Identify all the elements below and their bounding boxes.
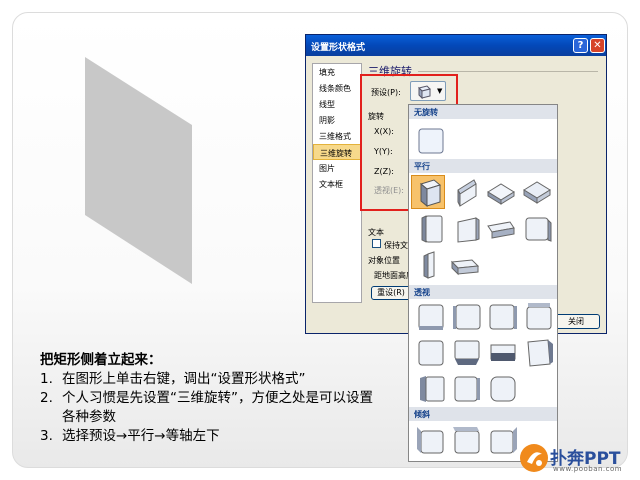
slide: 设置形状格式 ? ✕ 填充 线条颜色 线型 阴影 三维格式 三维旋转 图片 文本… bbox=[0, 0, 640, 480]
perspective-soft-icon bbox=[490, 376, 516, 402]
note-number: 1. bbox=[40, 371, 53, 387]
preset-tile-off-axis-1[interactable] bbox=[413, 211, 447, 245]
perspective-heroic-icon bbox=[454, 340, 480, 365]
pooban-logo-icon bbox=[520, 444, 548, 472]
text-label: 文本 bbox=[368, 228, 384, 237]
preset-tile-perspective-7[interactable] bbox=[485, 335, 519, 369]
note-number: 3. bbox=[40, 428, 53, 444]
note-item: 1. 在图形上单击右键，调出“设置形状格式” bbox=[40, 370, 380, 389]
preset-tile-perspective-11[interactable] bbox=[485, 371, 519, 405]
nav-item-3d-format[interactable]: 三维格式 bbox=[313, 128, 361, 144]
cube-isometric-right-icon bbox=[457, 179, 477, 207]
preset-tile-perspective-1[interactable] bbox=[413, 299, 447, 333]
preset-tile-isometric-bottom-down[interactable] bbox=[519, 175, 553, 209]
help-button[interactable]: ? bbox=[573, 38, 588, 53]
preset-tile-oblique-top-right[interactable] bbox=[485, 423, 519, 457]
oblique-top-right-icon bbox=[490, 427, 517, 454]
preset-tile-isometric-top-up[interactable] bbox=[483, 175, 517, 209]
preset-tile-oblique-1[interactable] bbox=[413, 247, 447, 281]
nav-item-line-style[interactable]: 线型 bbox=[313, 96, 361, 112]
nav-item-picture[interactable]: 图片 bbox=[313, 160, 361, 176]
keep-text-flat-checkbox[interactable] bbox=[372, 239, 381, 248]
preset-tile-oblique-2[interactable] bbox=[447, 247, 481, 281]
cube-isometric-bottom-icon bbox=[523, 181, 551, 204]
flat-square-icon bbox=[418, 128, 444, 154]
cube-tall-icon bbox=[423, 251, 435, 279]
preset-gallery: 无旋转 平行 透视 倾斜 bbox=[408, 104, 558, 462]
preset-tile-oblique-top[interactable] bbox=[449, 423, 483, 457]
gallery-header-perspective: 透视 bbox=[409, 285, 557, 299]
cube-off-axis-left-icon bbox=[421, 215, 443, 243]
section-divider bbox=[418, 71, 598, 72]
nav-item-text-box[interactable]: 文本框 bbox=[313, 176, 361, 192]
preset-tile-perspective-9[interactable] bbox=[413, 371, 447, 405]
nav-item-fill[interactable]: 填充 bbox=[313, 64, 361, 80]
gallery-header-no-rotation: 无旋转 bbox=[409, 105, 557, 119]
object-position-label: 对象位置 bbox=[368, 256, 400, 265]
perspective-above-icon bbox=[526, 303, 552, 330]
cube-off-axis-right-icon bbox=[457, 217, 480, 243]
preset-tile-isometric-left-down[interactable] bbox=[411, 175, 445, 209]
perspective-relaxed-icon bbox=[490, 344, 516, 361]
preset-tile-isometric-right-up[interactable] bbox=[447, 175, 481, 209]
reset-button[interactable]: 重设(R) bbox=[371, 286, 411, 300]
preset-tile-oblique-top-left[interactable] bbox=[413, 423, 447, 457]
note-text: 选择预设→平行→等轴左下 bbox=[62, 428, 220, 444]
logo-url: www.pooban.com bbox=[553, 465, 623, 473]
perspective-below-icon bbox=[418, 340, 444, 366]
keep-text-flat-label: 保持文 bbox=[384, 241, 408, 250]
preset-tile-perspective-6[interactable] bbox=[449, 335, 483, 369]
preset-tile-perspective-3[interactable] bbox=[485, 299, 519, 333]
oblique-top-left-icon bbox=[417, 427, 444, 454]
cube-isometric-left-icon bbox=[419, 179, 442, 208]
perspective-right-icon bbox=[489, 304, 517, 330]
preset-tile-perspective-5[interactable] bbox=[413, 335, 447, 369]
preset-tile-off-axis-2[interactable] bbox=[449, 211, 483, 245]
cube-off-axis-top-icon bbox=[487, 221, 515, 239]
perspective-tilt-icon bbox=[527, 339, 553, 367]
perspective-left-icon bbox=[453, 304, 481, 330]
oblique-top-icon bbox=[453, 427, 480, 454]
preset-tile-off-axis-3[interactable] bbox=[483, 211, 517, 245]
preset-tile-off-axis-4[interactable] bbox=[519, 211, 553, 245]
nav-item-line-color[interactable]: 线条颜色 bbox=[313, 80, 361, 96]
cube-isometric-top-icon bbox=[487, 183, 515, 205]
cube-off-axis-bottom-icon bbox=[525, 217, 552, 242]
note-number: 2. bbox=[40, 390, 53, 406]
notes-title: 把矩形侧着立起来： bbox=[40, 352, 162, 368]
close-window-button[interactable]: ✕ bbox=[590, 38, 605, 53]
nav-item-shadow[interactable]: 阴影 bbox=[313, 112, 361, 128]
gallery-header-parallel: 平行 bbox=[409, 159, 557, 173]
perspective-front-icon bbox=[418, 304, 444, 330]
preset-tile-perspective-2[interactable] bbox=[449, 299, 483, 333]
dialog-titlebar[interactable]: 设置形状格式 bbox=[306, 35, 606, 56]
category-list: 填充 线条颜色 线型 阴影 三维格式 三维旋转 图片 文本框 bbox=[312, 63, 362, 303]
perspective-contrast-right-icon bbox=[454, 376, 480, 402]
nav-item-3d-rotation[interactable]: 三维旋转 bbox=[313, 144, 361, 160]
note-item: 2. 个人习惯是先设置“三维旋转”，方便之处是可以设置各种参数 bbox=[40, 389, 380, 427]
cube-flat-icon bbox=[450, 259, 480, 276]
note-text: 在图形上单击右键，调出“设置形状格式” bbox=[62, 371, 306, 387]
perspective-contrast-left-icon bbox=[420, 376, 445, 402]
note-item: 3. 选择预设→平行→等轴左下 bbox=[40, 427, 380, 446]
preset-tile-perspective-10[interactable] bbox=[449, 371, 483, 405]
gallery-header-oblique: 倾斜 bbox=[409, 407, 557, 421]
instruction-notes: 把矩形侧着立起来： 1. 在图形上单击右键，调出“设置形状格式” 2. 个人习惯是先… bbox=[40, 348, 380, 446]
preset-tile-perspective-8[interactable] bbox=[521, 335, 555, 369]
note-text: 个人习惯是先设置“三维旋转”，方便之处是可以设置各种参数 bbox=[62, 390, 373, 425]
preset-tile-perspective-4[interactable] bbox=[521, 299, 555, 333]
preset-tile-no-rotation[interactable] bbox=[413, 123, 447, 157]
close-button[interactable]: 关闭 bbox=[552, 314, 600, 329]
